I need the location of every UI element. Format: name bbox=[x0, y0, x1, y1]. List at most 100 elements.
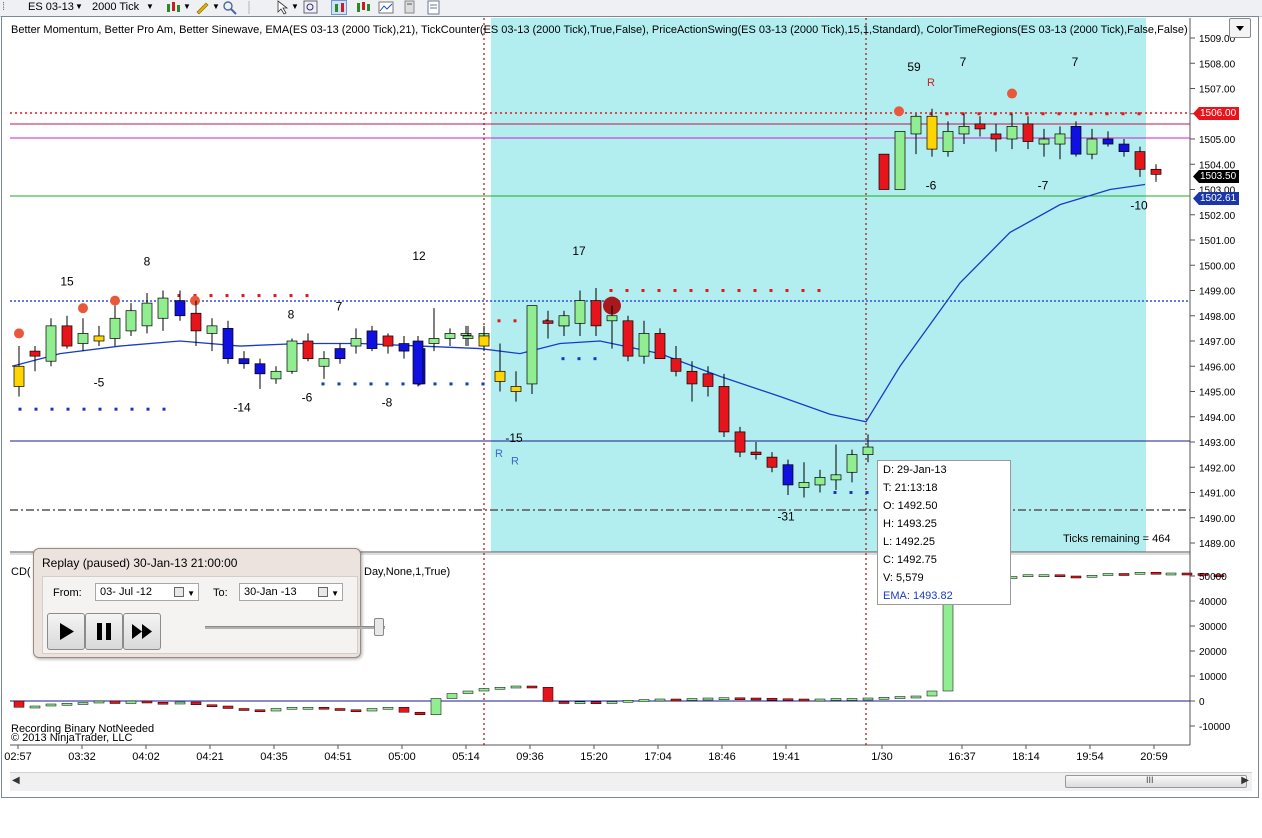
candle-body bbox=[382, 335, 394, 347]
candle-body bbox=[718, 386, 730, 433]
candle-body bbox=[61, 325, 73, 347]
to-date-field[interactable]: 30-Jan -13 ▼ bbox=[239, 583, 343, 601]
candle-body bbox=[109, 317, 121, 339]
play-button[interactable] bbox=[47, 613, 85, 650]
candle-body bbox=[428, 338, 440, 344]
swing-dot bbox=[737, 289, 741, 292]
volume-tick-label: 20000 bbox=[1199, 647, 1227, 658]
swing-dot bbox=[369, 382, 373, 386]
swing-dot bbox=[241, 294, 245, 298]
replay-speed-track[interactable] bbox=[205, 626, 385, 629]
swing-dot bbox=[577, 357, 581, 361]
candle-body bbox=[766, 456, 778, 468]
candle-body bbox=[460, 333, 472, 336]
swing-dot bbox=[162, 407, 166, 411]
pause-button[interactable] bbox=[85, 613, 123, 650]
price-tick-label: 1501.00 bbox=[1199, 236, 1236, 247]
candle-body bbox=[350, 338, 362, 347]
candle-body bbox=[412, 340, 424, 385]
candle-body bbox=[1054, 133, 1066, 145]
delta-bar bbox=[190, 701, 202, 705]
delta-bar bbox=[894, 696, 906, 699]
swing-point-marker bbox=[14, 328, 24, 339]
candle-body bbox=[894, 131, 906, 190]
scroll-thumb[interactable]: III bbox=[1065, 775, 1247, 788]
price-tick-label: 1508.00 bbox=[1199, 59, 1236, 70]
candle-body bbox=[1038, 138, 1050, 145]
candle-body bbox=[622, 320, 634, 357]
scroll-left-icon[interactable]: ◀ bbox=[12, 775, 20, 786]
delta-bar bbox=[590, 701, 602, 704]
scroll-right-icon[interactable]: ▶ bbox=[1241, 775, 1249, 786]
tooltip-ema: EMA: 1493.82 bbox=[883, 590, 953, 602]
delta-bar bbox=[862, 697, 874, 701]
volume-tick-label: 50000 bbox=[1199, 572, 1227, 583]
swing-dot bbox=[849, 491, 853, 494]
swing-dot bbox=[209, 294, 213, 298]
candle-body bbox=[862, 446, 874, 455]
calendar-icon[interactable] bbox=[318, 587, 328, 597]
candle-body bbox=[606, 315, 618, 322]
time-tick-label: 18:14 bbox=[1012, 751, 1040, 763]
swing-high-label: 59 bbox=[907, 60, 921, 74]
delta-bar bbox=[654, 698, 666, 702]
candle-body bbox=[958, 126, 970, 135]
swing-dot bbox=[657, 289, 661, 292]
calendar-icon[interactable] bbox=[174, 587, 184, 597]
swing-high-label: 7 bbox=[1072, 55, 1079, 69]
delta-bar bbox=[334, 708, 346, 711]
swing-marker: R bbox=[927, 77, 935, 89]
swing-dot bbox=[513, 319, 517, 323]
chevron-down-icon[interactable]: ▼ bbox=[331, 586, 339, 602]
candle-body bbox=[590, 300, 602, 327]
from-date-field[interactable]: 03- Jul -12 ▼ bbox=[95, 583, 199, 601]
swing-low-label: -7 bbox=[1038, 179, 1049, 193]
delta-bar bbox=[125, 700, 137, 704]
swing-dot bbox=[705, 289, 709, 292]
time-tick-label: 1/30 bbox=[871, 751, 892, 763]
swing-dot bbox=[1137, 112, 1141, 116]
volume-tick-label: 10000 bbox=[1199, 672, 1227, 683]
time-tick-label: 04:35 bbox=[260, 751, 288, 763]
delta-bar bbox=[814, 698, 826, 702]
chevron-down-icon[interactable]: ▼ bbox=[187, 586, 195, 602]
candle-body bbox=[286, 340, 298, 372]
price-tick-label: 1499.00 bbox=[1199, 287, 1236, 298]
delta-bar bbox=[93, 700, 105, 704]
candle-body bbox=[510, 386, 522, 392]
time-tick-label: 18:46 bbox=[708, 751, 736, 763]
swing-dot bbox=[1025, 112, 1029, 116]
swing-dot bbox=[50, 407, 54, 411]
price-tick-label: 1504.00 bbox=[1199, 160, 1236, 171]
delta-bar bbox=[1134, 572, 1146, 575]
delta-bar bbox=[1086, 575, 1098, 578]
candle-body bbox=[478, 335, 490, 347]
swing-dot bbox=[609, 289, 613, 292]
swing-dot bbox=[1041, 112, 1045, 116]
delta-bar bbox=[414, 712, 426, 715]
delta-bar bbox=[318, 707, 330, 710]
time-tick-label: 03:32 bbox=[68, 751, 96, 763]
swing-dot bbox=[66, 407, 70, 411]
from-date-value: 03- Jul -12 bbox=[100, 586, 152, 598]
fast-forward-button[interactable] bbox=[123, 613, 161, 650]
swing-low-label: -6 bbox=[926, 179, 937, 193]
swing-dot bbox=[1105, 112, 1109, 116]
delta-bar bbox=[29, 705, 41, 709]
tooltip-high: H: 1493.25 bbox=[883, 518, 937, 530]
chart-area[interactable]: 1588712 1759 7 7-5-14-6 -8-15-31-6 -7-10RRR 1… bbox=[0, 0, 1262, 800]
horizontal-scrollbar[interactable]: ◀ III ▶ bbox=[10, 772, 1252, 791]
scroll-grip: III bbox=[1146, 775, 1154, 785]
swing-dot bbox=[34, 407, 38, 411]
swing-dot bbox=[993, 112, 997, 116]
delta-bar bbox=[366, 708, 378, 712]
delta-bar bbox=[494, 687, 506, 690]
delta-bar bbox=[1181, 572, 1193, 576]
replay-speed-thumb[interactable] bbox=[374, 618, 384, 636]
price-tick-label: 1500.00 bbox=[1199, 261, 1236, 272]
pause-icon bbox=[97, 623, 111, 640]
candle-body bbox=[542, 320, 554, 324]
collapse-menu-button[interactable] bbox=[1229, 18, 1251, 38]
swing-dot bbox=[1121, 112, 1125, 116]
delta-bar bbox=[77, 702, 89, 705]
